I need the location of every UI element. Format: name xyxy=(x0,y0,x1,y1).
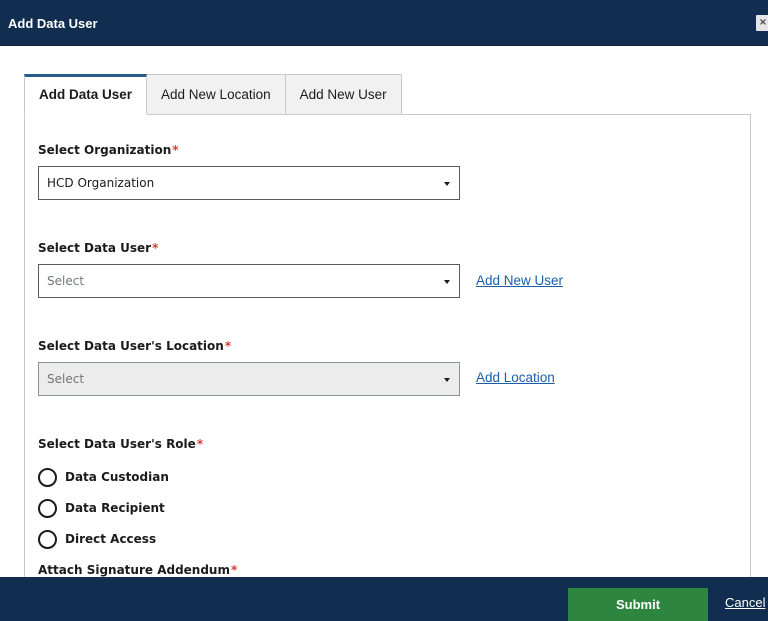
tab-bar: Add Data User Add New Location Add New U… xyxy=(24,74,402,115)
chevron-down-icon xyxy=(444,378,450,382)
required-mark: * xyxy=(196,437,204,451)
dialog-footer: Submit Cancel xyxy=(0,577,768,621)
location-select-placeholder: Select xyxy=(47,372,85,386)
radio-unchecked-icon[interactable] xyxy=(38,498,57,518)
location-select[interactable]: Select xyxy=(38,362,460,396)
required-mark: * xyxy=(172,143,179,157)
radio-unchecked-icon[interactable] xyxy=(38,529,57,549)
organization-select-value: HCD Organization xyxy=(47,176,155,190)
role-option-data-recipient[interactable]: Data Recipient xyxy=(38,498,165,518)
location-label: Select Data User's Location* xyxy=(38,339,232,353)
role-option-direct-access[interactable]: Direct Access xyxy=(38,529,156,549)
role-option-data-custodian[interactable]: Data Custodian xyxy=(38,467,169,487)
data-user-select[interactable]: Select xyxy=(38,264,460,298)
organization-select[interactable]: HCD Organization xyxy=(38,166,460,200)
data-user-label: Select Data User* xyxy=(38,241,159,255)
chevron-down-icon xyxy=(444,182,450,186)
dialog-title: Add Data User xyxy=(8,16,98,31)
organization-label: Select Organization* xyxy=(38,143,179,157)
add-location-link[interactable]: Add Location xyxy=(476,370,555,385)
chevron-down-icon xyxy=(444,280,450,284)
data-user-select-placeholder: Select xyxy=(47,274,85,288)
required-mark: * xyxy=(230,563,238,577)
add-new-user-link[interactable]: Add New User xyxy=(476,273,563,288)
radio-unchecked-icon[interactable] xyxy=(38,467,57,487)
tab-add-new-location[interactable]: Add New Location xyxy=(147,74,286,115)
role-option-label: Data Custodian xyxy=(65,470,169,484)
tab-add-data-user[interactable]: Add Data User xyxy=(24,74,148,115)
role-label: Select Data User's Role* xyxy=(38,437,204,451)
role-option-label: Direct Access xyxy=(65,532,157,546)
tab-add-new-user[interactable]: Add New User xyxy=(285,74,402,115)
dialog-body: Add Data User Add New Location Add New U… xyxy=(0,47,768,577)
close-icon[interactable]: × xyxy=(756,15,768,31)
required-mark: * xyxy=(152,241,159,255)
cancel-link[interactable]: Cancel xyxy=(725,595,765,610)
required-mark: * xyxy=(224,339,232,353)
dialog-header: Add Data User × xyxy=(0,0,768,46)
role-option-label: Data Recipient xyxy=(65,501,165,515)
submit-button[interactable]: Submit xyxy=(568,588,708,621)
signature-addendum-label: Attach Signature Addendum* xyxy=(38,563,238,577)
